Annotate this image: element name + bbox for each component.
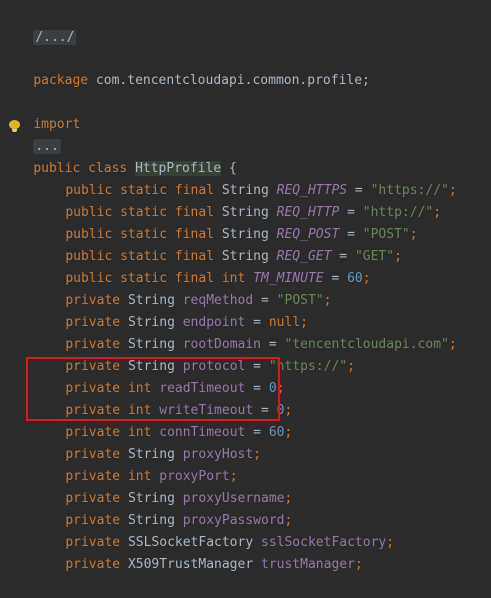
- code-line-endpoint: private String endpoint = null;: [2, 290, 308, 330]
- semicolon: ;: [284, 425, 293, 440]
- type: X509TrustManager: [127, 557, 254, 572]
- value: 60: [268, 425, 285, 440]
- semicolon: ;: [448, 183, 457, 198]
- code-line-ssl-socket-factory: private SSLSocketFactory sslSocketFactor…: [2, 510, 394, 550]
- semicolon: ;: [362, 271, 371, 286]
- code-editor[interactable]: /.../ package com.tencentcloudapi.common…: [0, 0, 491, 572]
- code-line-req-https: public static final String REQ_HTTPS = "…: [2, 158, 456, 198]
- code-line-proxy-username: private String proxyUsername;: [2, 466, 292, 506]
- code-line-proxy-port: private int proxyPort;: [2, 444, 237, 484]
- package-name: com.tencentcloudapi.common.profile;: [88, 73, 370, 88]
- semicolon: ;: [409, 227, 418, 242]
- semicolon: ;: [323, 293, 332, 308]
- field-trust-manager[interactable]: trustManager: [261, 557, 355, 572]
- semicolon: ;: [433, 205, 442, 220]
- package-keyword: package: [33, 73, 89, 88]
- highlight-annotation-box: [26, 357, 280, 421]
- semicolon: ;: [394, 249, 402, 264]
- semicolon: ;: [253, 447, 262, 462]
- code-line-req-get: public static final String REQ_GET = "GE…: [2, 224, 402, 264]
- comment-fold[interactable]: /.../: [33, 30, 77, 45]
- semicolon: ;: [386, 535, 395, 550]
- code-line-tm-minute: public static final int TM_MINUTE = 60;: [2, 246, 370, 286]
- import-line: import ...: [2, 92, 80, 154]
- lightbulb-icon[interactable]: [9, 120, 20, 132]
- import-keyword: import: [33, 117, 81, 132]
- code-line-proxy-host: private String proxyHost;: [2, 422, 261, 462]
- code-line-protocol: private String protocol = "https://";: [2, 334, 355, 374]
- code-line-req-post: public static final String REQ_POST = "P…: [2, 202, 417, 242]
- semicolon: ;: [347, 359, 355, 374]
- value: 60: [347, 271, 363, 286]
- package-line: package com.tencentcloudapi.common.profi…: [2, 48, 370, 88]
- semicolon: ;: [448, 337, 457, 352]
- code-line-trust-manager: private X509TrustManager trustManager;: [2, 532, 362, 572]
- header-comment-fold[interactable]: /.../: [2, 5, 77, 45]
- class-declaration-line: public class HttpProfile {: [2, 136, 237, 176]
- code-line-req-http: public static final String REQ_HTTP = "h…: [2, 180, 441, 220]
- code-line-root-domain: private String rootDomain = "tencentclou…: [2, 312, 456, 352]
- semicolon: ;: [354, 557, 363, 572]
- code-line-proxy-password: private String proxyPassword;: [2, 488, 292, 528]
- code-line-req-method: private String reqMethod = "POST";: [2, 268, 331, 308]
- modifiers: private: [65, 557, 121, 572]
